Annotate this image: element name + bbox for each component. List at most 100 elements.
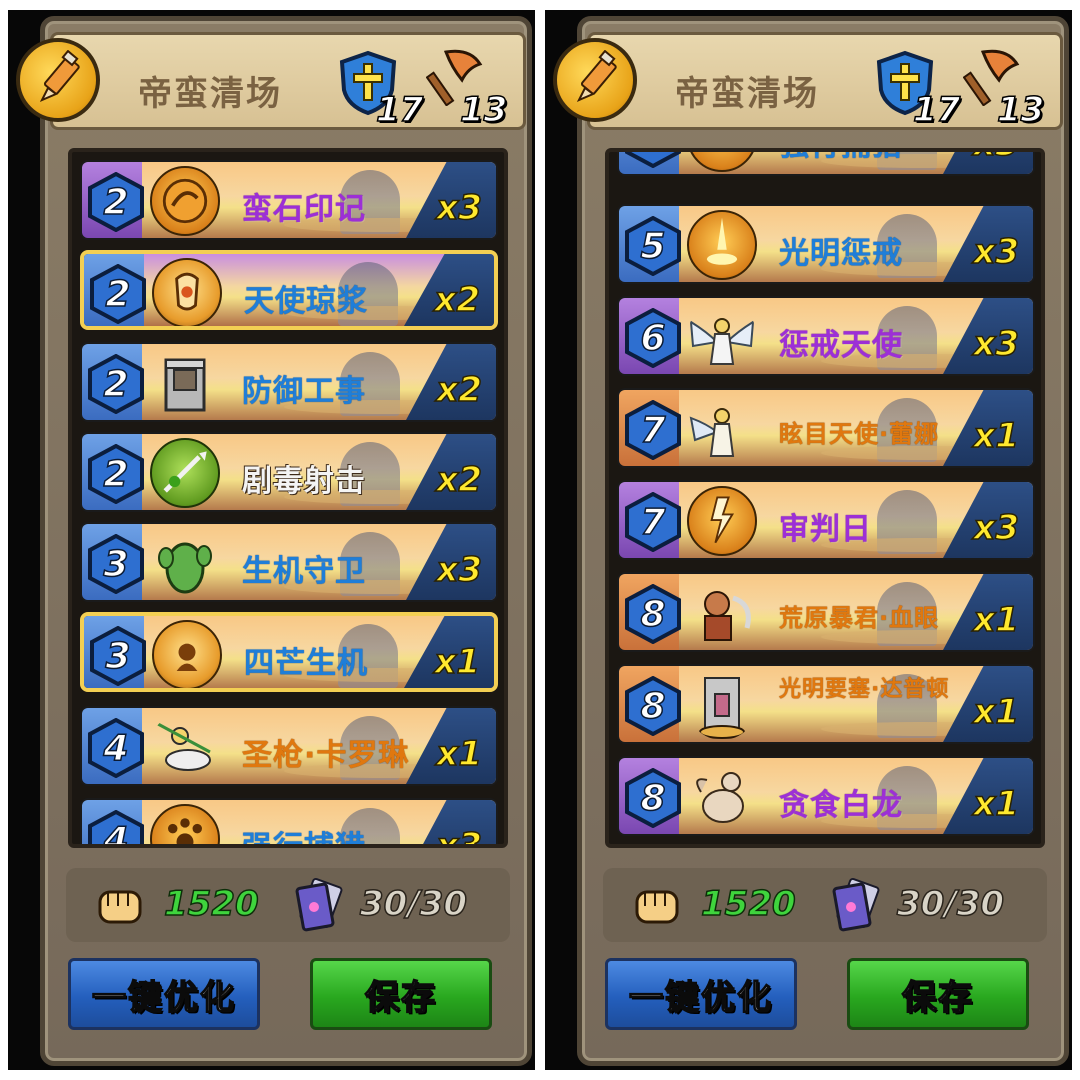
edit-pencil-button[interactable] (553, 38, 637, 122)
deck-title: 帝蛮清场 (675, 74, 819, 114)
attack-value: 13 (459, 89, 508, 131)
card-row[interactable]: 8 光明要塞·达普顿 x1 (617, 664, 1035, 744)
dazzling-angel-icon (687, 394, 757, 464)
deck-card-count: 30/30 (896, 883, 1005, 925)
attack-value: 13 (996, 89, 1045, 131)
card-count: x3 (436, 187, 483, 229)
card-row[interactable]: 2 蛮石印记 x3 (80, 160, 498, 240)
card-cost: 2 (103, 363, 130, 406)
card-cost: 8 (640, 593, 667, 636)
auto-optimize-button[interactable]: 一键优化 (68, 958, 260, 1030)
card-count: x3 (973, 323, 1020, 365)
card-row[interactable]: 7 眩目天使·蕾娜 x1 (617, 388, 1035, 468)
card-cost: 4 (103, 819, 130, 848)
card-name: 光明要塞·达普顿 (779, 677, 950, 702)
fortification-icon (150, 348, 220, 418)
lancer-knight-icon (150, 712, 220, 782)
poison-arrow-icon (150, 438, 220, 508)
card-row[interactable]: 3 四芒生机 x1 (80, 612, 498, 692)
card-cost: 2 (105, 273, 132, 316)
deck-title: 帝蛮清场 (138, 74, 282, 114)
card-list[interactable]: 2 蛮石印记 x3 2 天使琼浆 x2 2 防御工事 x2 2 剧毒射击 x2 … (68, 148, 508, 848)
card-count: x1 (973, 783, 1020, 825)
card-cost: 5 (640, 225, 667, 268)
card-stack-icon (295, 877, 343, 932)
wasteland-tyrant-icon (687, 578, 757, 648)
card-row[interactable]: 7 审判日 x3 (617, 480, 1035, 560)
card-count: x2 (436, 459, 483, 501)
card-name: 荒原暴君·血眼 (779, 604, 940, 632)
card-count: x1 (973, 415, 1020, 457)
card-cost: 2 (103, 453, 130, 496)
card-row[interactable]: 4 强行捕猎 x3 (617, 152, 1035, 176)
card-cost: 4 (625, 152, 681, 168)
card-row[interactable]: 2 剧毒射击 x2 (80, 432, 498, 512)
card-row[interactable]: 4 强行捕猎 x3 (80, 798, 498, 848)
four-star-life-icon (152, 620, 222, 688)
card-count: x3 (436, 549, 483, 591)
card-name: 光明惩戒 (779, 236, 903, 271)
card-row[interactable]: 8 荒原暴君·血眼 x1 (617, 572, 1035, 652)
card-row[interactable]: 4 圣枪·卡罗琳 x1 (80, 706, 498, 786)
judgement-day-icon (687, 486, 757, 556)
card-name: 强行捕猎 (242, 830, 366, 848)
card-count: x1 (973, 599, 1020, 641)
card-count: x1 (973, 691, 1020, 733)
card-name: 防御工事 (242, 374, 366, 409)
fist-power-icon (98, 890, 142, 924)
card-name: 四芒生机 (244, 646, 368, 681)
card-count: x1 (436, 733, 483, 775)
card-row[interactable]: 3 生机守卫 x3 (80, 522, 498, 602)
card-count: x3 (436, 825, 483, 848)
card-cost: 7 (640, 409, 667, 452)
card-cost: 3 (103, 543, 130, 586)
card-count: x3 (973, 231, 1020, 273)
card-name: 蛮石印记 (242, 192, 366, 227)
card-cost: 8 (640, 777, 667, 820)
card-cost: 8 (640, 685, 667, 728)
card-count: x2 (436, 369, 483, 411)
nectar-potion-icon (152, 258, 222, 326)
card-name: 眩目天使·蕾娜 (779, 420, 940, 448)
deck-panel-right: 帝蛮清场 17 13 4 强行捕猎 x3 5 (545, 10, 1072, 1070)
card-name: 剧毒射击 (242, 464, 366, 499)
fist-power-icon (635, 890, 679, 924)
light-fortress-icon (687, 670, 757, 740)
card-cost: 4 (103, 727, 130, 770)
card-count: x2 (434, 279, 481, 321)
defense-value: 17 (375, 89, 424, 131)
card-name: 天使琼浆 (244, 284, 368, 319)
save-button[interactable]: 保存 (847, 958, 1029, 1030)
edit-pencil-button[interactable] (16, 38, 100, 122)
rune-stone-icon (150, 166, 220, 236)
light-strike-icon (687, 210, 757, 280)
deck-panel-left: 帝蛮清场 17 13 2 蛮石印记 x3 2 天使琼浆 x2 2 防御工事 x2… (8, 10, 535, 1070)
card-row[interactable]: 8 贪食白龙 x1 (617, 756, 1035, 836)
card-count: x1 (434, 641, 481, 683)
card-name: 惩戒天使 (779, 328, 903, 363)
pencil-icon (576, 50, 617, 102)
card-list[interactable]: 4 强行捕猎 x3 5 光明惩戒 x3 6 (605, 148, 1045, 848)
card-name: 贪食白龙 (779, 788, 903, 823)
card-name: 圣枪·卡罗琳 (242, 738, 410, 773)
card-row[interactable]: 5 光明惩戒 x3 (617, 204, 1035, 284)
card-name: 审判日 (779, 512, 872, 547)
power-value: 1520 (163, 883, 259, 925)
card-name: 强行捕猎 (779, 152, 903, 164)
card-cost: 6 (640, 317, 667, 360)
card-row[interactable]: 2 防御工事 x2 (80, 342, 498, 422)
card-row[interactable]: 2 天使琼浆 x2 (80, 250, 498, 330)
cactus-guard-icon (150, 528, 220, 598)
angel-icon (687, 302, 757, 372)
card-cost: 2 (103, 181, 130, 224)
auto-optimize-button[interactable]: 一键优化 (605, 958, 797, 1030)
power-value: 1520 (700, 883, 796, 925)
deck-card-count: 30/30 (359, 883, 468, 925)
card-count: x3 (973, 507, 1020, 549)
save-button[interactable]: 保存 (310, 958, 492, 1030)
card-row[interactable]: 6 惩戒天使 x3 (617, 296, 1035, 376)
card-stack-icon (832, 877, 880, 932)
card-cost: 3 (105, 635, 132, 678)
card-cost: 7 (640, 501, 667, 544)
pencil-icon (39, 50, 80, 102)
